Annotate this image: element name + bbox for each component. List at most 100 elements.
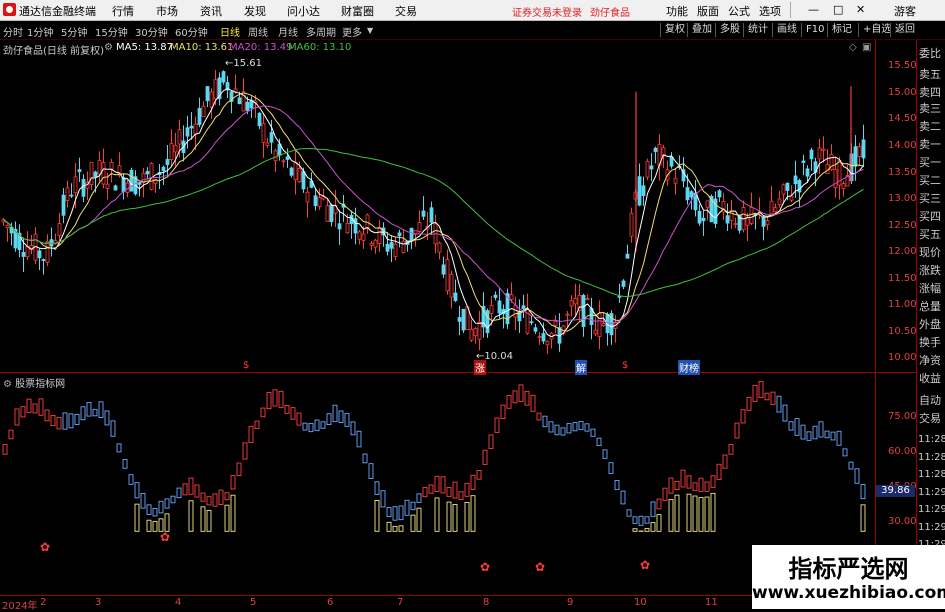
- indicator-bar: [69, 414, 73, 428]
- candlestick: [318, 188, 321, 209]
- indicator-bar: [237, 463, 241, 475]
- indicator-low-bar: [645, 529, 649, 532]
- legend-ma5: MA5: 13.87: [116, 42, 173, 53]
- price-tick: 10.50: [888, 326, 917, 337]
- indicator-bar: [843, 449, 847, 456]
- indicator-low-bar: [393, 526, 397, 531]
- app-logo-icon: [3, 3, 16, 16]
- menu-item-layout[interactable]: 版面: [697, 3, 719, 19]
- period-tab-more[interactable]: 更多: [342, 24, 362, 39]
- candlestick: [486, 309, 489, 338]
- statistics-button[interactable]: 统计: [743, 23, 772, 37]
- event-marker-dividend[interactable]: $: [243, 360, 249, 371]
- candlestick-panel[interactable]: [0, 40, 875, 372]
- menu-item-news[interactable]: 资讯: [200, 3, 222, 19]
- menu-item-trade[interactable]: 交易: [395, 3, 417, 19]
- period-tab-weekly[interactable]: 周线: [248, 24, 268, 39]
- event-marker-dividend[interactable]: $: [622, 360, 628, 371]
- period-tab-1min[interactable]: 1分钟: [27, 24, 53, 39]
- indicator-bar: [333, 405, 337, 421]
- menu-item-formula[interactable]: 公式: [728, 3, 750, 19]
- indicator-low-bar: [711, 493, 715, 531]
- price-tick: 12.50: [888, 220, 917, 231]
- indicator-bar: [561, 428, 565, 435]
- indicator-panel[interactable]: ✿✿✿✿✿: [0, 373, 875, 595]
- mark-button[interactable]: 标记: [827, 23, 856, 37]
- indicator-bar: [579, 421, 583, 429]
- f10-button[interactable]: F10: [801, 23, 828, 37]
- candlestick: [450, 271, 453, 309]
- menu-item-market[interactable]: 市场: [156, 3, 178, 19]
- menu-item-options[interactable]: 选项: [759, 3, 781, 19]
- candlestick: [150, 162, 153, 190]
- menu-item-quotes[interactable]: 行情: [112, 3, 134, 19]
- indicator-bar: [693, 483, 697, 491]
- login-notice[interactable]: 证券交易未登录: [512, 4, 582, 19]
- quote-label: 买一: [919, 154, 941, 170]
- maximize-button[interactable]: □: [833, 3, 843, 16]
- indicator-low-bar: [435, 498, 439, 531]
- minimize-button[interactable]: —: [808, 3, 819, 16]
- period-tab-15min[interactable]: 15分钟: [95, 24, 128, 39]
- candlestick: [626, 245, 629, 259]
- candlestick-chart[interactable]: [0, 40, 875, 372]
- adjust-button[interactable]: 复权: [660, 23, 689, 37]
- period-tab-5min[interactable]: 5分钟: [61, 24, 87, 39]
- indicator-bar: [429, 485, 433, 493]
- guest-user[interactable]: 游客: [894, 3, 916, 19]
- indicator-bar: [519, 385, 523, 402]
- quote-label: 卖三: [919, 100, 941, 116]
- period-tab-60min[interactable]: 60分钟: [175, 24, 208, 39]
- quote-label: 卖一: [919, 136, 941, 152]
- candlestick: [262, 114, 265, 158]
- indicator-tick: 30.00: [888, 516, 917, 527]
- candlestick: [210, 88, 213, 119]
- indicator-low-bar: [201, 507, 205, 532]
- indicator-low-bar: [387, 522, 391, 531]
- watermark-banner: 指标严选网 www.xuezhibiao.com: [752, 545, 945, 609]
- indicator-bar: [687, 476, 691, 488]
- draw-line-button[interactable]: 画线: [772, 23, 801, 37]
- tick-time: 11:28: [918, 469, 945, 480]
- diamond-icon[interactable]: ◇: [849, 42, 857, 53]
- candlestick: [130, 168, 133, 192]
- period-tab-daily[interactable]: 日线: [220, 24, 240, 39]
- indicator-bar: [135, 483, 139, 498]
- tick-time: 11:29: [918, 504, 945, 515]
- indicator-low-bar: [471, 496, 475, 532]
- menu-item-function[interactable]: 功能: [666, 3, 688, 19]
- menu-item-wealth-circle[interactable]: 财富圈: [341, 3, 374, 19]
- menu-item-discover[interactable]: 发现: [244, 3, 266, 19]
- legend-ma20: MA20: 13.49: [229, 42, 292, 53]
- period-toolbar: 分时 1分钟 5分钟 15分钟 30分钟 60分钟 日线 周线 月线 多周期 更…: [0, 21, 945, 40]
- candlestick: [462, 309, 465, 333]
- period-tab-monthly[interactable]: 月线: [278, 24, 298, 39]
- legend-ma10: MA10: 13.61: [170, 42, 233, 53]
- candlestick: [766, 218, 769, 230]
- period-tab-multi[interactable]: 多周期: [306, 24, 336, 39]
- multi-stock-button[interactable]: 多股: [715, 23, 744, 37]
- more-dropdown-icon[interactable]: ▼: [367, 26, 373, 35]
- indicator-bar: [735, 423, 739, 438]
- back-button[interactable]: 返回: [890, 23, 919, 37]
- candlestick: [158, 164, 161, 189]
- period-tab-30min[interactable]: 30分钟: [135, 24, 168, 39]
- indicator-bar: [831, 432, 835, 440]
- candlestick: [146, 167, 149, 180]
- collapse-icon[interactable]: ▣: [862, 42, 871, 53]
- overlay-button[interactable]: 叠加: [687, 23, 716, 37]
- indicator-bar: [825, 431, 829, 438]
- candlestick: [454, 280, 457, 303]
- legend-settings-icon[interactable]: ⚙: [104, 42, 113, 53]
- candlestick: [446, 250, 449, 295]
- period-tab-timeshare[interactable]: 分时: [3, 24, 23, 39]
- menu-item-ask-xiaoda[interactable]: 问小达: [287, 3, 320, 19]
- indicator-chart[interactable]: ✿✿✿✿✿: [0, 373, 875, 595]
- close-button[interactable]: ✕: [856, 3, 865, 16]
- indicator-bar: [555, 425, 559, 435]
- candlestick: [606, 312, 609, 345]
- indicator-bar: [381, 491, 385, 507]
- candlestick: [550, 332, 553, 349]
- indicator-bar: [771, 392, 775, 404]
- candlestick: [42, 258, 45, 274]
